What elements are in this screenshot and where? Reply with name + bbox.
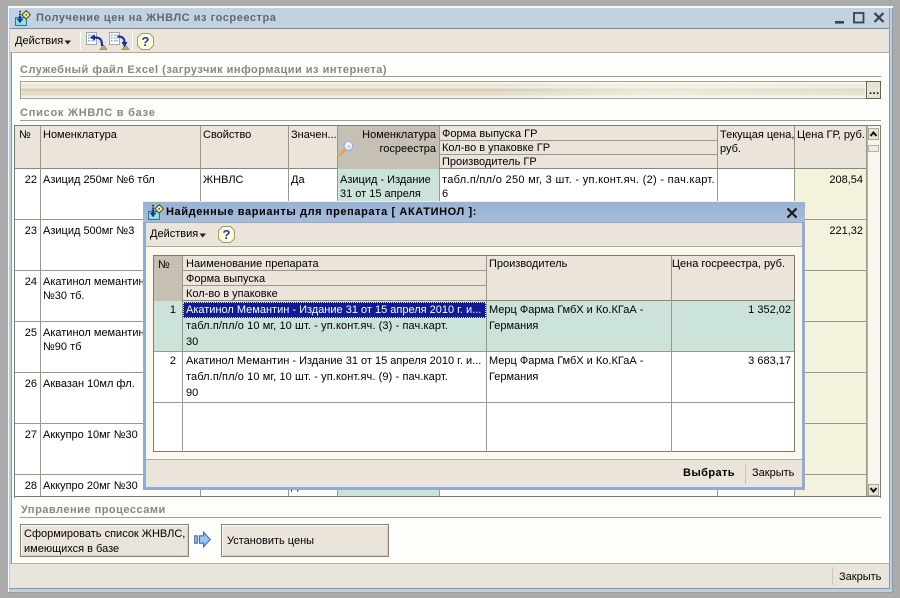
- svg-text:?: ?: [142, 34, 150, 49]
- svg-text:?: ?: [223, 227, 231, 242]
